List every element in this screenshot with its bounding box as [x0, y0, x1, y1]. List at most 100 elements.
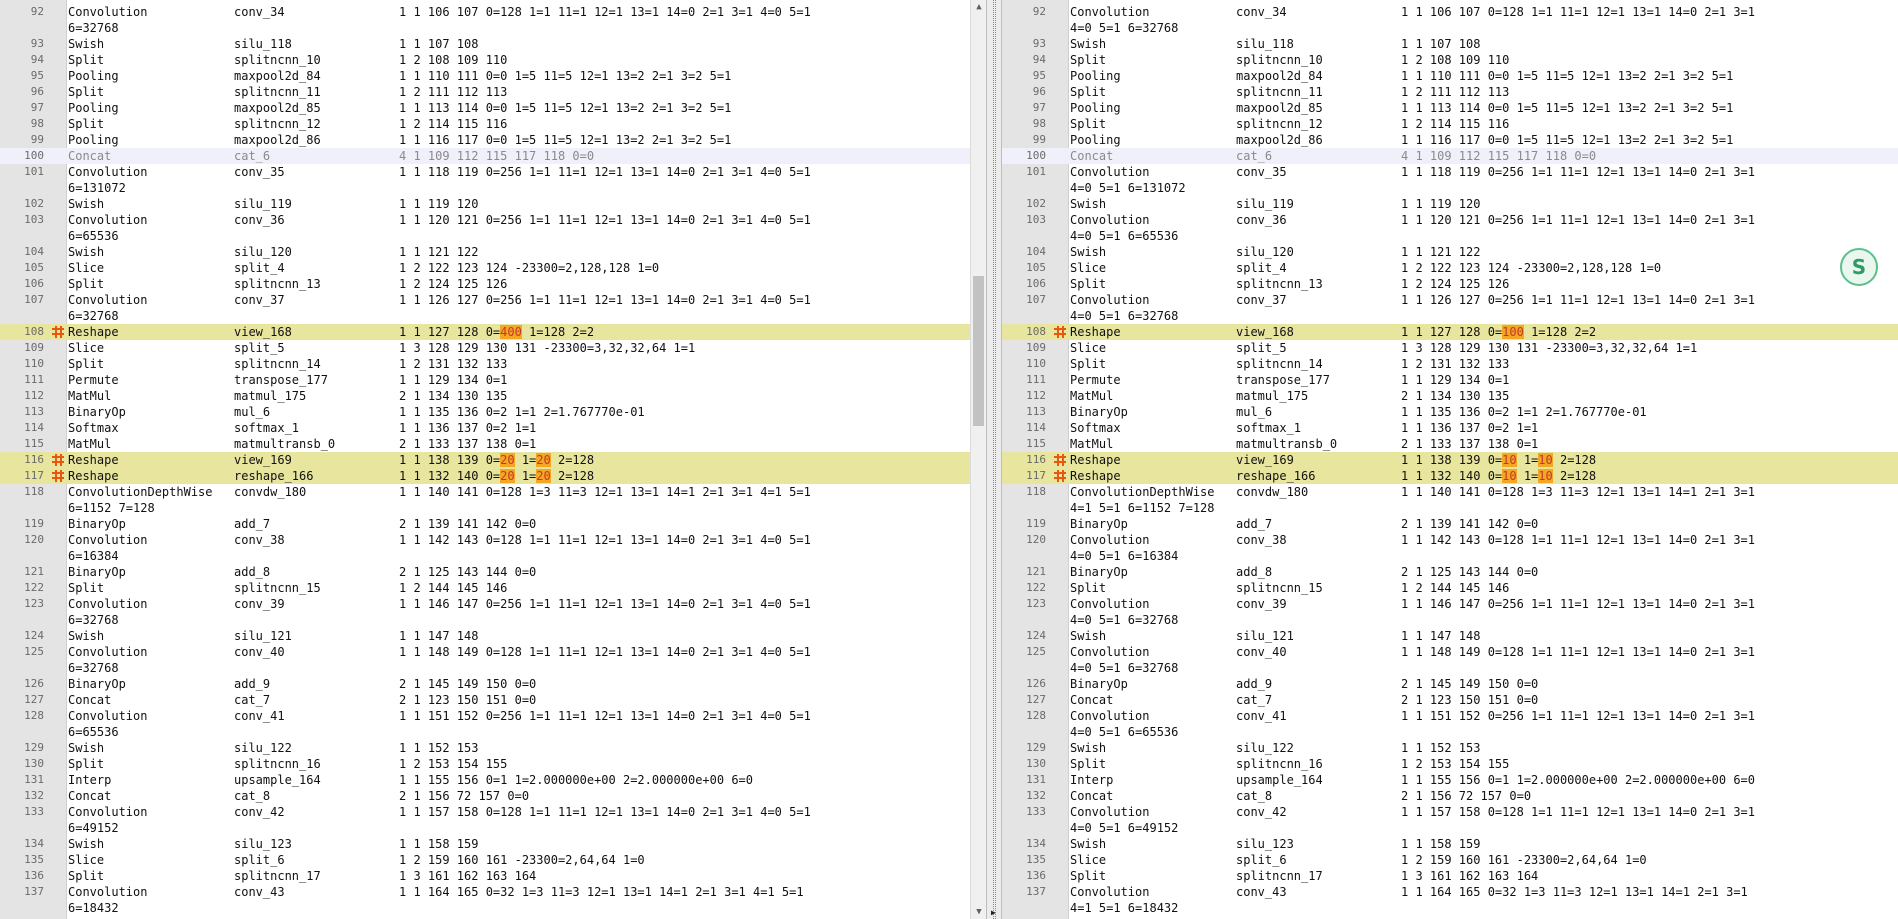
code-line[interactable]: 104 Swish silu_120 1 1 121 122	[0, 244, 986, 260]
code-line[interactable]: 114 Softmax softmax_1 1 1 136 137 0=2 1=1	[0, 420, 986, 436]
code-line[interactable]: 132 Concat cat_8 2 1 156 72 157 0=0	[0, 788, 986, 804]
code-line[interactable]: 124 Swish silu_121 1 1 147 148	[1002, 628, 1898, 644]
arrow-down-icon[interactable]: ▼	[971, 905, 986, 919]
wrapped-line[interactable]: 4=1 5=1 6=18432	[1002, 900, 1898, 916]
left-vertical-scrollbar[interactable]: ▲ ▼	[970, 0, 986, 919]
wrapped-line[interactable]: 4=0 5=1 6=32768	[1002, 20, 1898, 36]
code-line[interactable]: 133 Convolution conv_42 1 1 157 158 0=128 1…	[0, 804, 986, 820]
code-line[interactable]: 93 Swish silu_118 1 1 107 108	[1002, 36, 1898, 52]
code-line[interactable]: 103 Convolution conv_36 1 1 120 121 0=256 1…	[1002, 212, 1898, 228]
code-line[interactable]: 128 Convolution conv_41 1 1 151 152 0=256 1…	[1002, 708, 1898, 724]
code-line[interactable]: 119 BinaryOp add_7 2 1 139 141 142 0=0	[1002, 516, 1898, 532]
code-line[interactable]: 92 Convolution conv_34 1 1 106 107 0=128 1=…	[1002, 4, 1898, 20]
wrapped-line[interactable]: 6=32768	[0, 308, 986, 324]
code-line[interactable]: 131 Interp upsample_164 1 1 155 156 0=1 1=2…	[1002, 772, 1898, 788]
code-line[interactable]: 94 Split splitncnn_10 1 2 108 109 110	[1002, 52, 1898, 68]
code-line[interactable]: 126 BinaryOp add_9 2 1 145 149 150 0=0	[0, 676, 986, 692]
code-line[interactable]: 117 Reshape reshape_166 1 1 132 140 0=10 1=…	[1002, 468, 1898, 484]
code-line[interactable]: 137 Convolution conv_43 1 1 164 165 0=32 1=…	[1002, 884, 1898, 900]
wrapped-line[interactable]: 6=131072	[0, 180, 986, 196]
code-line[interactable]: 101 Convolution conv_35 1 1 118 119 0=256 1…	[1002, 164, 1898, 180]
code-line[interactable]: 132 Concat cat_8 2 1 156 72 157 0=0	[1002, 788, 1898, 804]
code-line[interactable]: 118 ConvolutionDepthWise convdw_180 1 1 140…	[1002, 484, 1898, 500]
code-line[interactable]: 103 Convolution conv_36 1 1 120 121 0=256 1…	[0, 212, 986, 228]
code-line[interactable]: 135 Slice split_6 1 2 159 160 161 -23300=2,…	[1002, 852, 1898, 868]
code-line[interactable]: 135 Slice split_6 1 2 159 160 161 -23300=2,…	[0, 852, 986, 868]
wrapped-line[interactable]: 6=16384	[0, 548, 986, 564]
wrapped-line[interactable]: 4=0 5=1 6=32768	[1002, 660, 1898, 676]
wrapped-line[interactable]: 4=0 5=1 6=16384	[1002, 548, 1898, 564]
code-line[interactable]: 122 Split splitncnn_15 1 2 144 145 146	[0, 580, 986, 596]
code-line[interactable]: 113 BinaryOp mul_6 1 1 135 136 0=2 1=1 2=1.…	[1002, 404, 1898, 420]
code-line[interactable]: 110 Split splitncnn_14 1 2 131 132 133	[0, 356, 986, 372]
code-line[interactable]: 112 MatMul matmul_175 2 1 134 130 135	[1002, 388, 1898, 404]
wrapped-line[interactable]: 4=0 5=1 6=32768	[1002, 308, 1898, 324]
code-line[interactable]: 121 BinaryOp add_8 2 1 125 143 144 0=0	[1002, 564, 1898, 580]
code-line[interactable]: 96 Split splitncnn_11 1 2 111 112 113	[1002, 84, 1898, 100]
right-compare-pane[interactable]: 92 Convolution conv_34 1 1 106 107 0=128 1=…	[1002, 0, 1898, 919]
code-line[interactable]: 106 Split splitncnn_13 1 2 124 125 126	[1002, 276, 1898, 292]
code-line[interactable]: 102 Swish silu_119 1 1 119 120	[0, 196, 986, 212]
code-line[interactable]: 129 Swish silu_122 1 1 152 153	[0, 740, 986, 756]
code-line[interactable]: 127 Concat cat_7 2 1 123 150 151 0=0	[0, 692, 986, 708]
wrapped-line[interactable]: 6=32768	[0, 20, 986, 36]
code-line[interactable]: 113 BinaryOp mul_6 1 1 135 136 0=2 1=1 2=1.…	[0, 404, 986, 420]
code-line[interactable]: 137 Convolution conv_43 1 1 164 165 0=32 1=…	[0, 884, 986, 900]
code-line[interactable]: 102 Swish silu_119 1 1 119 120	[1002, 196, 1898, 212]
pane-splitter[interactable]: ▶	[986, 0, 1002, 919]
wrapped-line[interactable]: 4=0 5=1 6=131072	[1002, 180, 1898, 196]
wrapped-line[interactable]: 6=18432	[0, 900, 986, 916]
code-line[interactable]: 130 Split splitncnn_16 1 2 153 154 155	[1002, 756, 1898, 772]
wrapped-line[interactable]: 6=32768	[0, 612, 986, 628]
code-line[interactable]: 108 Reshape view_168 1 1 127 128 0=100 1=12…	[1002, 324, 1898, 340]
code-line[interactable]: 98 Split splitncnn_12 1 2 114 115 116	[1002, 116, 1898, 132]
code-line[interactable]: 119 BinaryOp add_7 2 1 139 141 142 0=0	[0, 516, 986, 532]
code-line[interactable]: 116 Reshape view_169 1 1 138 139 0=10 1=10 …	[1002, 452, 1898, 468]
code-line[interactable]: 93 Swish silu_118 1 1 107 108	[0, 36, 986, 52]
code-line[interactable]: 133 Convolution conv_42 1 1 157 158 0=128 1…	[1002, 804, 1898, 820]
code-line[interactable]: 134 Swish silu_123 1 1 158 159	[0, 836, 986, 852]
code-line[interactable]: 131 Interp upsample_164 1 1 155 156 0=1 1=2…	[0, 772, 986, 788]
wrapped-line[interactable]: 4=1 5=1 6=1152 7=128	[1002, 500, 1898, 516]
code-line[interactable]: 129 Swish silu_122 1 1 152 153	[1002, 740, 1898, 756]
code-line[interactable]: 104 Swish silu_120 1 1 121 122	[1002, 244, 1898, 260]
wrapped-line[interactable]: 6=32768	[0, 660, 986, 676]
code-line[interactable]: 115 MatMul matmultransb_0 2 1 133 137 138 0…	[1002, 436, 1898, 452]
wrapped-line[interactable]: 6=65536	[0, 724, 986, 740]
wrapped-line[interactable]: 4=0 5=1 6=49152	[1002, 820, 1898, 836]
code-line[interactable]: 124 Swish silu_121 1 1 147 148	[0, 628, 986, 644]
wrapped-line[interactable]: 4=0 5=1 6=65536	[1002, 228, 1898, 244]
code-line[interactable]: 114 Softmax softmax_1 1 1 136 137 0=2 1=1	[1002, 420, 1898, 436]
code-line[interactable]: 107 Convolution conv_37 1 1 126 127 0=256 1…	[0, 292, 986, 308]
code-line[interactable]: 126 BinaryOp add_9 2 1 145 149 150 0=0	[1002, 676, 1898, 692]
wrapped-line[interactable]: 6=49152	[0, 820, 986, 836]
code-line[interactable]: 123 Convolution conv_39 1 1 146 147 0=256 1…	[0, 596, 986, 612]
code-line[interactable]: 112 MatMul matmul_175 2 1 134 130 135	[0, 388, 986, 404]
code-line[interactable]: 130 Split splitncnn_16 1 2 153 154 155	[0, 756, 986, 772]
code-line[interactable]: 136 Split splitncnn_17 1 3 161 162 163 164	[1002, 868, 1898, 884]
left-compare-pane[interactable]: 92 Convolution conv_34 1 1 106 107 0=128 1=…	[0, 0, 986, 919]
code-line[interactable]: 110 Split splitncnn_14 1 2 131 132 133	[1002, 356, 1898, 372]
code-line[interactable]: 122 Split splitncnn_15 1 2 144 145 146	[1002, 580, 1898, 596]
code-line[interactable]: 94 Split splitncnn_10 1 2 108 109 110	[0, 52, 986, 68]
code-line[interactable]: 109 Slice split_5 1 3 128 129 130 131 -2330…	[1002, 340, 1898, 356]
code-line[interactable]: 109 Slice split_5 1 3 128 129 130 131 -2330…	[0, 340, 986, 356]
code-line[interactable]: 97 Pooling maxpool2d_85 1 1 113 114 0=0 1=5…	[1002, 100, 1898, 116]
code-line[interactable]: 125 Convolution conv_40 1 1 148 149 0=128 1…	[0, 644, 986, 660]
code-line[interactable]: 106 Split splitncnn_13 1 2 124 125 126	[0, 276, 986, 292]
code-line[interactable]: 95 Pooling maxpool2d_84 1 1 110 111 0=0 1=5…	[0, 68, 986, 84]
code-line[interactable]: 100 Concat cat_6 4 1 109 112 115 117 118 0=…	[0, 148, 986, 164]
sync-badge-icon[interactable]: S	[1840, 248, 1878, 286]
code-line[interactable]: 120 Convolution conv_38 1 1 142 143 0=128 1…	[0, 532, 986, 548]
code-line[interactable]: 117 Reshape reshape_166 1 1 132 140 0=20 1=…	[0, 468, 986, 484]
code-line[interactable]: 111 Permute transpose_177 1 1 129 134 0=1	[1002, 372, 1898, 388]
code-line[interactable]: 105 Slice split_4 1 2 122 123 124 -23300=2,…	[0, 260, 986, 276]
code-line[interactable]: 128 Convolution conv_41 1 1 151 152 0=256 1…	[0, 708, 986, 724]
code-line[interactable]: 96 Split splitncnn_11 1 2 111 112 113	[0, 84, 986, 100]
code-line[interactable]: 99 Pooling maxpool2d_86 1 1 116 117 0=0 1=5…	[1002, 132, 1898, 148]
code-line[interactable]: 108 Reshape view_168 1 1 127 128 0=400 1=12…	[0, 324, 986, 340]
code-line[interactable]: 105 Slice split_4 1 2 122 123 124 -23300=2,…	[1002, 260, 1898, 276]
code-line[interactable]: 134 Swish silu_123 1 1 158 159	[1002, 836, 1898, 852]
code-line[interactable]: 123 Convolution conv_39 1 1 146 147 0=256 1…	[1002, 596, 1898, 612]
arrow-up-icon[interactable]: ▲	[971, 0, 986, 14]
